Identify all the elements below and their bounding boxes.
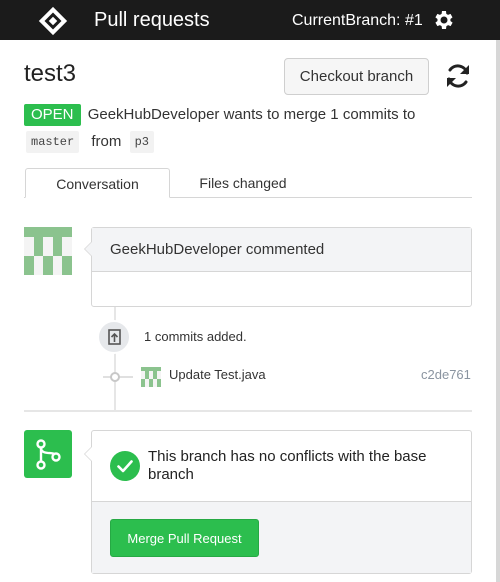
app-logo-icon [38, 6, 68, 36]
commit-dot-icon [110, 372, 120, 382]
comment-box: GeekHubDeveloper commented [91, 227, 472, 307]
branch-line: master from p3 [26, 131, 154, 153]
repo-push-icon [108, 329, 121, 345]
merge-panel: This branch has no conflicts with the ba… [91, 430, 472, 574]
timeline-separator [24, 410, 472, 412]
base-branch-label: master [26, 131, 80, 153]
status-badge: OPEN [24, 104, 81, 126]
comment-pointer-fill [85, 242, 92, 256]
commit-author-avatar [141, 367, 161, 387]
commits-added-text: 1 commits added. [144, 329, 247, 344]
gear-icon[interactable] [432, 8, 456, 32]
head-branch-label: p3 [129, 131, 154, 153]
pr-title: test3 [24, 60, 77, 87]
commit-sha-link[interactable]: c2de761 [421, 367, 471, 383]
check-circle-icon [110, 451, 140, 481]
pr-status-line: OPEN GeekHubDeveloper wants to merge 1 c… [24, 104, 415, 126]
merge-status-section: This branch has no conflicts with the ba… [92, 431, 471, 502]
commit-event-icon [97, 320, 131, 354]
right-edge [496, 40, 500, 582]
comment-header: GeekHubDeveloper commented [92, 228, 471, 272]
tab-conversation[interactable]: Conversation [25, 168, 170, 198]
merge-pull-request-button[interactable]: Merge Pull Request [110, 519, 259, 557]
merge-status-message: This branch has no conflicts with the ba… [148, 448, 427, 483]
from-word: from [91, 133, 122, 150]
merge-pointer-fill [85, 447, 92, 461]
tab-files-changed[interactable]: Files changed [178, 168, 308, 198]
current-branch-label[interactable]: CurrentBranch: #1 [292, 11, 423, 31]
refresh-icon[interactable] [443, 61, 473, 91]
merge-branch-icon [24, 430, 72, 478]
page-title: Pull requests [94, 9, 210, 31]
header-bar: Pull requests CurrentBranch: #1 [0, 0, 500, 40]
commit-message-link[interactable]: Update Test.java [169, 367, 266, 383]
avatar [24, 227, 72, 275]
merge-action-section: Merge Pull Request [92, 502, 471, 573]
checkout-branch-button[interactable]: Checkout branch [284, 58, 429, 95]
pr-summary: GeekHubDeveloper wants to merge 1 commit… [87, 106, 416, 123]
